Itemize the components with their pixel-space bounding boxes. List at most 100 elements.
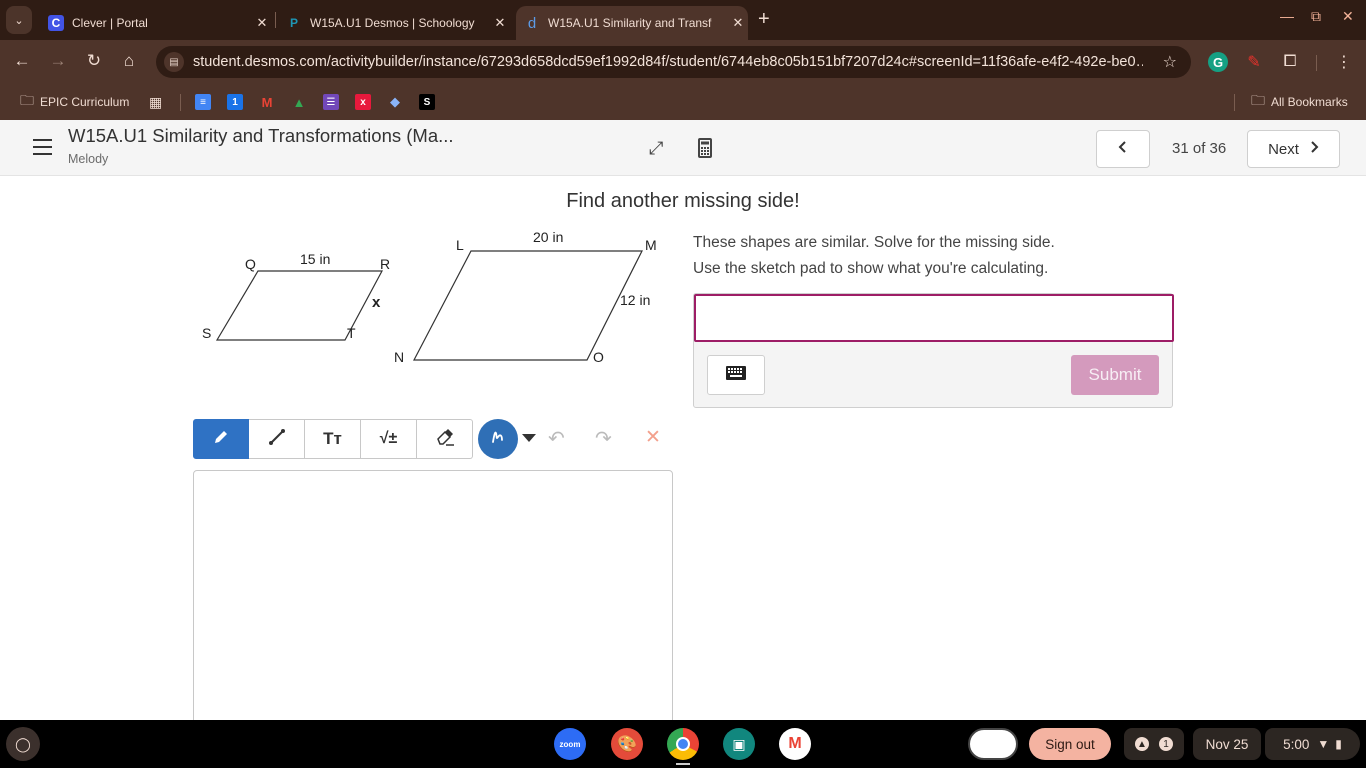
next-label: Next xyxy=(1268,140,1299,158)
gmail-app-icon[interactable]: M xyxy=(779,728,811,760)
previous-screen-button[interactable] xyxy=(1096,130,1150,168)
calculator-icon[interactable] xyxy=(698,138,712,163)
activity-title: W15A.U1 Similarity and Transformations (… xyxy=(68,125,454,146)
instruction-line: Use the sketch pad to show what you're c… xyxy=(693,260,1049,277)
apps-grid-icon[interactable]: ▦ xyxy=(149,92,162,112)
large-parallelogram xyxy=(413,250,643,361)
forward-icon[interactable]: → xyxy=(47,51,69,71)
zoom-app-icon[interactable]: zoom xyxy=(554,728,586,760)
clever-favicon-icon: C xyxy=(48,15,64,31)
close-window-icon[interactable]: ✕ xyxy=(1342,8,1354,25)
system-tray[interactable]: 5:00 ▼ ▮ xyxy=(1265,728,1360,760)
text-size-icon: Tт xyxy=(323,429,342,448)
tab-desmos-active[interactable]: d W15A.U1 Similarity and Transf ✕ xyxy=(516,6,748,40)
calendar-bookmark-icon[interactable]: 1 xyxy=(227,94,243,110)
forms-bookmark-icon[interactable]: ☰ xyxy=(323,94,339,110)
tab-schoology[interactable]: P W15A.U1 Desmos | Schoology ✕ xyxy=(278,6,510,40)
screen-counter: 31 of 36 xyxy=(1172,140,1227,157)
drive-bookmark-icon[interactable]: ▲ xyxy=(291,94,307,110)
restore-icon[interactable]: ⧉ xyxy=(1311,8,1321,25)
bookmark-star-icon[interactable]: ☆ xyxy=(1163,52,1177,72)
pen-extension-icon[interactable]: ✎ xyxy=(1244,52,1264,72)
undo-icon[interactable]: ↶ xyxy=(548,426,565,451)
notifications-pod[interactable]: ▲ 1 xyxy=(1124,728,1184,760)
color-dropdown-caret-icon[interactable] xyxy=(522,434,536,442)
folder-icon: 🗀 xyxy=(20,92,34,108)
close-tab-icon[interactable]: ✕ xyxy=(728,15,748,31)
text-tool-button[interactable]: Tт xyxy=(305,419,361,459)
bookmark-separator xyxy=(1234,94,1235,111)
vertex-label-r: R xyxy=(380,256,390,272)
reload-icon[interactable]: ↻ xyxy=(83,51,105,71)
student-name: Melody xyxy=(68,152,109,166)
grammarly-extension-icon[interactable]: G xyxy=(1208,52,1228,72)
more-menu-icon[interactable]: ⋮ xyxy=(1334,52,1354,72)
launcher-button[interactable]: ◯ xyxy=(6,727,40,761)
instructions: These shapes are similar. Solve for the … xyxy=(693,230,1055,282)
activity-header: W15A.U1 Similarity and Transformations (… xyxy=(0,120,1366,176)
keyboard-icon xyxy=(726,365,746,385)
eraser-icon xyxy=(435,428,455,451)
chrome-app-icon[interactable] xyxy=(667,728,699,760)
vertex-label-s: S xyxy=(202,325,211,341)
clear-sketch-icon[interactable]: ✕ xyxy=(645,426,661,449)
minimize-icon[interactable]: — xyxy=(1280,8,1294,24)
redo-icon[interactable]: ↷ xyxy=(595,426,612,451)
schoology-favicon-icon: P xyxy=(289,16,298,30)
gem-bookmark-icon[interactable]: ◆ xyxy=(387,94,403,110)
extensions-puzzle-icon[interactable]: ⧠ xyxy=(1280,52,1300,72)
vertex-label-o: O xyxy=(593,349,604,365)
square-root-icon: √± xyxy=(379,430,398,447)
address-bar[interactable]: ▤ student.desmos.com/activitybuilder/ins… xyxy=(156,46,1191,78)
s-app-bookmark-icon[interactable]: S xyxy=(419,94,435,110)
clock-time: 5:00 xyxy=(1283,736,1310,752)
tab-strip: ⌄ C Clever | Portal ✕ P W15A.U1 Desmos |… xyxy=(0,0,1366,40)
color-picker-button[interactable] xyxy=(478,419,518,459)
math-tool-button[interactable]: √± xyxy=(361,419,417,459)
toolbar-separator xyxy=(1316,55,1317,71)
vertex-label-t: T xyxy=(347,325,356,341)
keyboard-toggle-button[interactable] xyxy=(707,355,765,395)
home-icon[interactable]: ⌂ xyxy=(118,51,140,71)
vertex-label-l: L xyxy=(456,237,464,253)
tab-separator xyxy=(275,12,276,28)
wifi-icon: ▼ xyxy=(1317,737,1330,751)
back-icon[interactable]: ← xyxy=(11,51,33,71)
folder-icon: 🗀 xyxy=(1251,92,1265,108)
classroom-app-icon[interactable]: ▣ xyxy=(723,728,755,760)
large-side-label: 12 in xyxy=(620,292,650,308)
bookmark-folder-epic[interactable]: 🗀 EPIC Curriculum xyxy=(20,92,129,112)
vertex-label-q: Q xyxy=(245,256,256,272)
line-tool-button[interactable] xyxy=(249,419,305,459)
new-tab-button[interactable]: + xyxy=(758,8,770,31)
math-answer-input[interactable] xyxy=(694,294,1174,342)
close-tab-icon[interactable]: ✕ xyxy=(252,15,272,31)
close-tab-icon[interactable]: ✕ xyxy=(490,15,510,31)
screenshot-thumbnail[interactable] xyxy=(968,728,1018,760)
pen-tool-button[interactable] xyxy=(193,419,249,459)
bookmark-separator xyxy=(180,94,181,111)
eraser-tool-button[interactable] xyxy=(417,419,473,459)
site-info-icon[interactable]: ▤ xyxy=(164,52,184,72)
next-screen-button[interactable]: Next xyxy=(1247,130,1340,168)
x-app-bookmark-icon[interactable]: x xyxy=(355,94,371,110)
tab-clever[interactable]: C Clever | Portal ✕ xyxy=(40,6,272,40)
all-bookmarks-label: All Bookmarks xyxy=(1271,95,1348,109)
vertex-label-n: N xyxy=(394,349,404,365)
date-pod[interactable]: Nov 25 xyxy=(1193,728,1261,760)
url-text[interactable]: student.desmos.com/activitybuilder/insta… xyxy=(193,54,1143,70)
bookmarks-bar: 🗀 EPIC Curriculum ▦ ≡ 1 M ▲ ☰ x ◆ S 🗀 Al… xyxy=(0,84,1366,120)
canvas-paint-app-icon[interactable]: 🎨 xyxy=(611,728,643,760)
sign-out-button[interactable]: Sign out xyxy=(1029,728,1111,760)
hamburger-menu-icon[interactable] xyxy=(33,139,52,155)
fullscreen-expand-icon[interactable]: ⤢ xyxy=(649,138,663,159)
gmail-bookmark-icon[interactable]: M xyxy=(259,94,275,110)
docs-bookmark-icon[interactable]: ≡ xyxy=(195,94,211,110)
tab-search-button[interactable]: ⌄ xyxy=(6,6,32,34)
chrome-running-indicator xyxy=(676,763,690,765)
submit-button[interactable]: Submit xyxy=(1071,355,1159,395)
all-bookmarks-button[interactable]: 🗀 All Bookmarks xyxy=(1251,92,1348,112)
launcher-circle-icon: ◯ xyxy=(15,735,31,752)
browser-toolbar: ← → ↻ ⌂ ▤ student.desmos.com/activitybui… xyxy=(0,40,1366,84)
sketch-canvas[interactable] xyxy=(193,470,673,730)
